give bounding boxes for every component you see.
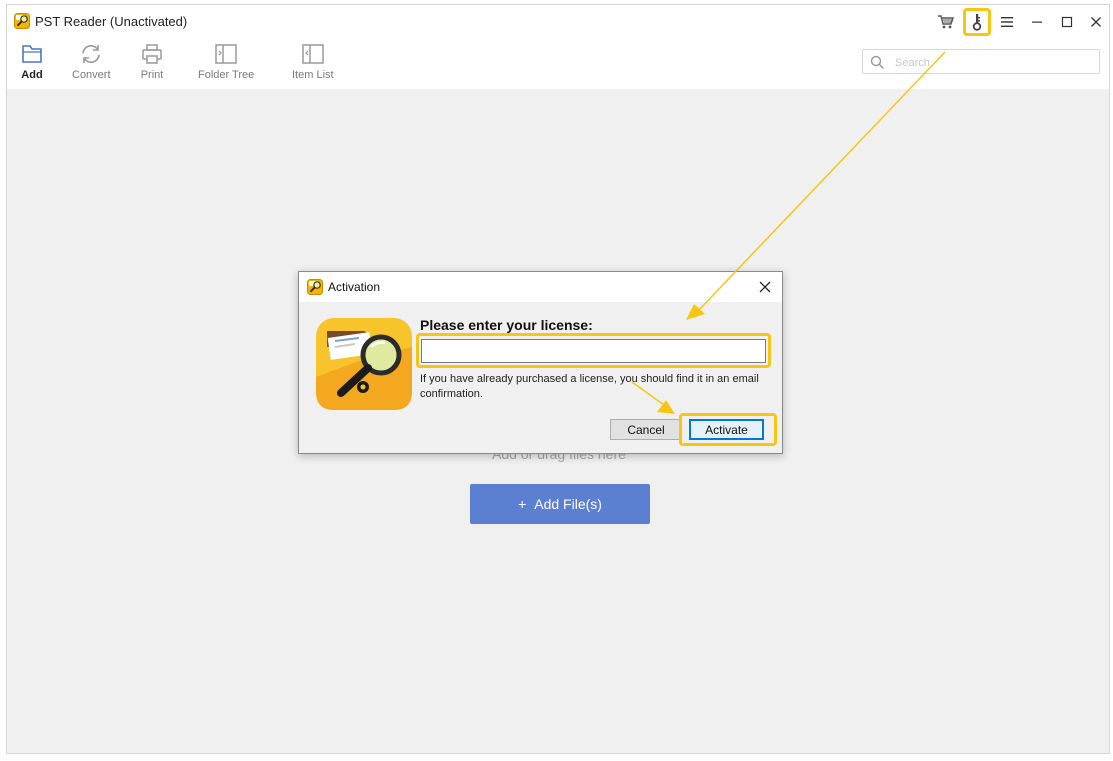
- activation-dialog: Activation Please enter your license: If…: [298, 271, 783, 454]
- search-icon: [870, 55, 885, 70]
- dialog-title: Activation: [328, 280, 381, 294]
- add-file-icon: [22, 45, 42, 63]
- pst-reader-logo-icon: [316, 318, 412, 410]
- dialog-app-icon: [307, 279, 323, 295]
- close-icon: [1091, 17, 1101, 27]
- menu-button[interactable]: [994, 9, 1020, 35]
- buy-button[interactable]: [933, 9, 959, 35]
- title-bar: PST Reader (Unactivated): [7, 5, 1109, 39]
- folder-tree-icon: [215, 44, 237, 64]
- search-input[interactable]: [893, 52, 1097, 73]
- plus-icon: +: [518, 496, 527, 512]
- printer-icon: [142, 44, 162, 64]
- toolbar-add-label: Add: [21, 69, 43, 81]
- window-title: PST Reader (Unactivated): [35, 14, 188, 29]
- cancel-button[interactable]: Cancel: [610, 419, 682, 440]
- app-logo-icon: [14, 13, 30, 29]
- activate-button-highlight: Activate: [679, 413, 777, 446]
- add-files-label: Add File(s): [534, 496, 602, 512]
- item-list-icon: [302, 44, 324, 64]
- key-icon: [972, 14, 982, 31]
- license-input[interactable]: [421, 339, 766, 363]
- toolbar-item-list-label: Item List: [292, 69, 334, 81]
- menu-icon: [1001, 17, 1013, 27]
- minimize-icon: [1032, 21, 1042, 23]
- license-input-highlight: [416, 333, 771, 368]
- search-box[interactable]: [862, 49, 1100, 74]
- add-files-button[interactable]: + Add File(s): [470, 484, 650, 524]
- activate-key-button[interactable]: [963, 8, 991, 36]
- license-note: If you have already purchased a license,…: [420, 373, 759, 400]
- dialog-close-icon[interactable]: [756, 278, 774, 296]
- toolbar-add-button[interactable]: Add: [20, 43, 44, 81]
- activate-button[interactable]: Activate: [689, 419, 764, 440]
- close-button[interactable]: [1083, 9, 1109, 35]
- maximize-icon: [1061, 16, 1073, 28]
- toolbar-convert-label: Convert: [72, 69, 111, 81]
- minimize-button[interactable]: [1024, 9, 1050, 35]
- dialog-title-bar: Activation: [299, 272, 782, 302]
- toolbar-print-button[interactable]: Print: [140, 43, 164, 81]
- toolbar-folder-tree-label: Folder Tree: [198, 69, 255, 81]
- toolbar-print-label: Print: [140, 69, 164, 81]
- toolbar-convert-button[interactable]: Convert: [72, 43, 111, 81]
- license-heading: Please enter your license:: [420, 317, 593, 333]
- toolbar-folder-tree-button[interactable]: Folder Tree: [198, 43, 254, 81]
- toolbar: Add Convert Print Folder Tree Item List …: [7, 39, 1109, 89]
- convert-icon: [82, 45, 101, 63]
- maximize-button[interactable]: [1054, 9, 1080, 35]
- toolbar-item-list-button[interactable]: Item List: [292, 43, 334, 81]
- cart-icon: [938, 15, 954, 29]
